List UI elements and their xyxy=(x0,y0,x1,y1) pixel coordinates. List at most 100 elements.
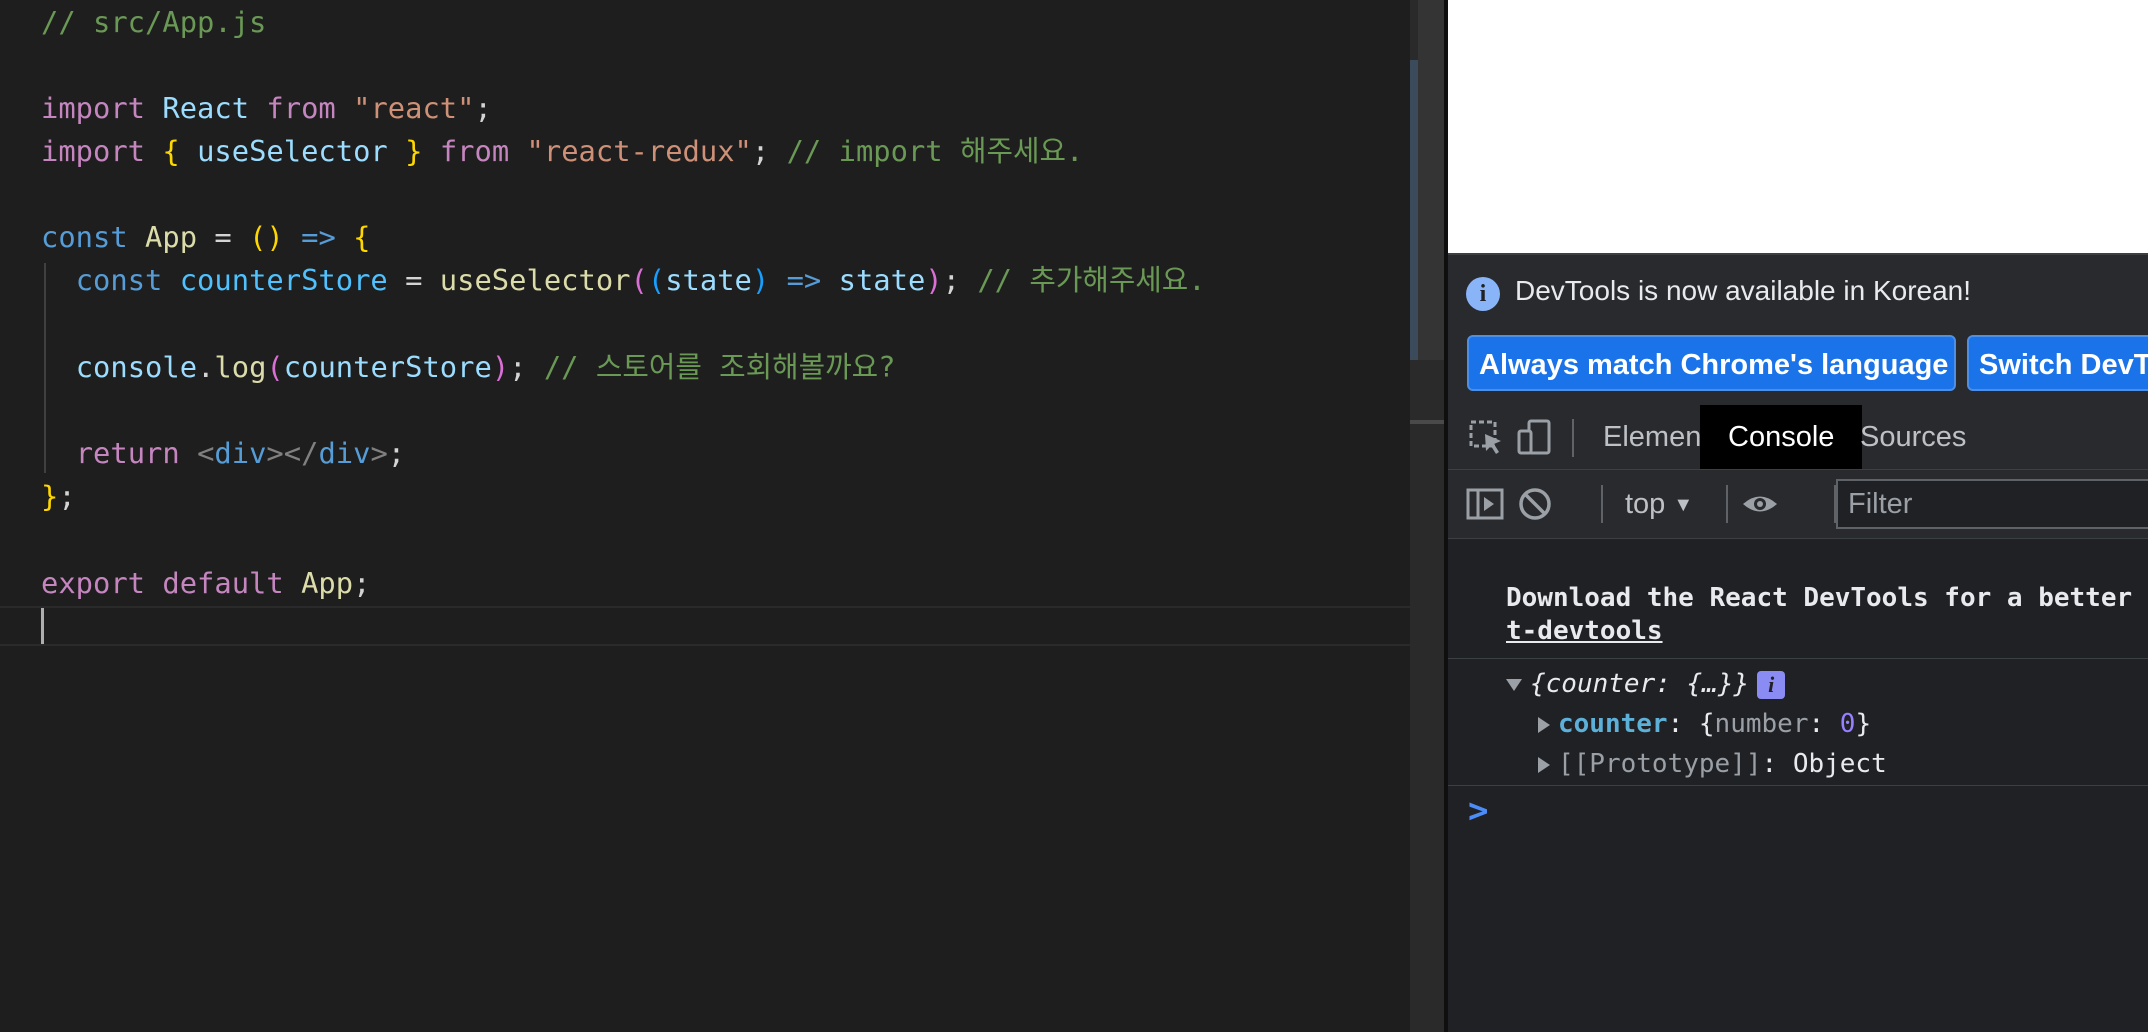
identifier-state: state xyxy=(838,263,926,297)
paren-close-inner: ) xyxy=(751,263,770,297)
jsx-gt: > xyxy=(370,436,388,470)
code-comment: // import 해주세요. xyxy=(786,134,1084,168)
punct-semicolon: ; xyxy=(942,263,960,297)
live-expression-eye-icon[interactable] xyxy=(1741,485,1779,523)
punct-semicolon: ; xyxy=(474,91,492,125)
punct-semicolon: ; xyxy=(751,134,770,168)
scrollbar-thumb[interactable] xyxy=(1418,0,1444,360)
identifier-console: console xyxy=(75,350,198,384)
notice-text: DevTools is now available in Korean! xyxy=(1515,275,1972,306)
param-state: state xyxy=(665,263,752,297)
arrow: => xyxy=(786,263,822,297)
identifier-app: App xyxy=(301,566,354,600)
context-selector-label: top xyxy=(1625,488,1666,520)
code-line-9[interactable]: console.log(counterStore); // 스토어를 조회해볼까… xyxy=(41,347,896,387)
jsx-lt: < xyxy=(197,436,215,470)
react-devtools-link[interactable]: t-devtools xyxy=(1506,616,1663,646)
code-line-7[interactable]: const counterStore = useSelector((state)… xyxy=(41,260,1206,300)
console-row-divider xyxy=(1448,785,2148,786)
console-row-divider xyxy=(1448,658,2148,659)
prototype-value: Object xyxy=(1792,749,1887,779)
paren-close: ) xyxy=(925,263,943,297)
call-useselector: useSelector xyxy=(439,263,631,297)
nested-value: 0 xyxy=(1839,709,1856,739)
sidebar-toggle-icon[interactable] xyxy=(1466,485,1504,523)
string-module: "react-redux" xyxy=(526,134,752,168)
console-output[interactable]: Download the React DevTools for a better… xyxy=(1448,539,2148,1032)
nested-key: number xyxy=(1714,709,1809,739)
tab-sources[interactable]: Sources xyxy=(1832,405,1994,469)
code-line-14[interactable]: export default App; xyxy=(41,563,370,603)
keyword-import: import xyxy=(41,134,146,168)
paren-open-inner: ( xyxy=(647,263,666,297)
parens: () xyxy=(249,220,284,254)
inspect-element-icon[interactable] xyxy=(1468,419,1506,457)
jsx-tag-div: div xyxy=(318,436,371,470)
code-comment: // src/App.js xyxy=(41,5,267,39)
current-line-highlight xyxy=(0,606,1444,646)
identifier-useselector: useSelector xyxy=(197,134,388,168)
react-devtools-message: Download the React DevTools for a better… xyxy=(1506,583,2148,613)
keyword-const: const xyxy=(75,263,163,297)
toolbar-divider xyxy=(1572,419,1574,457)
context-selector[interactable]: top ▼ xyxy=(1625,470,1693,538)
prototype-key: [[Prototype]] xyxy=(1558,749,1762,779)
identifier-react: React xyxy=(162,91,250,125)
toolbar-divider xyxy=(1601,485,1603,523)
code-comment: // 스토어를 조회해볼까요? xyxy=(543,350,896,384)
brace-open: { xyxy=(353,220,371,254)
console-filter-input[interactable]: Filter xyxy=(1836,479,2148,529)
code-editor[interactable]: // src/App.js import React from "react";… xyxy=(0,0,1444,1032)
devtools-tabbar: Elements Console Sources xyxy=(1448,405,2148,470)
keyword-export: export xyxy=(41,566,146,600)
identifier-counterstore: counterStore xyxy=(283,350,492,384)
punct-semicolon: ; xyxy=(509,350,527,384)
keyword-import: import xyxy=(41,91,146,125)
object-property-row[interactable]: counter: {number: 0} xyxy=(1538,709,1871,739)
collapse-caret-icon[interactable] xyxy=(1538,716,1550,733)
arrow: => xyxy=(301,220,336,254)
device-toolbar-icon[interactable] xyxy=(1516,419,1554,457)
text-cursor xyxy=(41,608,44,644)
punct-dot: . xyxy=(197,350,215,384)
jsx-gt: ></ xyxy=(266,436,319,470)
prototype-row[interactable]: [[Prototype]]: Object xyxy=(1538,749,1887,779)
operator-eq: = xyxy=(405,263,423,297)
clear-console-icon[interactable] xyxy=(1516,485,1554,523)
code-line-11[interactable]: return <div></div>; xyxy=(41,433,405,473)
paren-open: ( xyxy=(630,263,648,297)
dropdown-arrow-icon: ▼ xyxy=(1673,494,1694,516)
switch-devtools-korean-button[interactable]: Switch DevTools to Korean xyxy=(1967,335,2148,391)
keyword-return: return xyxy=(75,436,180,470)
call-log: log xyxy=(214,350,267,384)
keyword-from: from xyxy=(266,91,336,125)
code-comment: // 추가해주세요. xyxy=(977,263,1206,297)
expand-caret-icon[interactable] xyxy=(1506,678,1522,691)
match-chrome-language-button[interactable]: Always match Chrome's language xyxy=(1467,335,1956,391)
console-prompt[interactable]: > xyxy=(1468,791,1488,831)
code-line-6[interactable]: const App = () => { xyxy=(41,217,370,257)
punct-semicolon: ; xyxy=(58,479,76,513)
scrollbar-change-marker xyxy=(1410,60,1418,360)
code-line-12[interactable]: }; xyxy=(41,476,76,516)
logged-object-row[interactable]: {counter: {…}} i xyxy=(1506,669,1786,699)
paren-open: ( xyxy=(266,350,284,384)
object-summary: {counter: {…}} xyxy=(1530,669,1750,699)
info-badge-icon[interactable]: i xyxy=(1757,670,1786,699)
console-toolbar: top ▼ Filter xyxy=(1448,470,2148,539)
brace-close: } xyxy=(405,134,423,168)
identifier-app: App xyxy=(145,220,198,254)
operator-eq: = xyxy=(214,220,232,254)
scrollbar-divider xyxy=(1410,420,1444,424)
brace-close: } xyxy=(41,479,59,513)
jsx-tag-div: div xyxy=(214,436,267,470)
code-line-1[interactable]: // src/App.js xyxy=(41,2,266,42)
devtools-language-notice: i DevTools is now available in Korean! A… xyxy=(1448,255,2148,406)
code-line-4[interactable]: import { useSelector } from "react-redux… xyxy=(41,131,1083,171)
identifier-counterstore: counterStore xyxy=(179,263,388,297)
collapse-caret-icon[interactable] xyxy=(1538,756,1550,773)
punct-semicolon: ; xyxy=(353,566,371,600)
code-line-3[interactable]: import React from "react"; xyxy=(41,88,492,128)
property-key: counter xyxy=(1558,709,1668,739)
page-viewport[interactable] xyxy=(1448,0,2148,253)
